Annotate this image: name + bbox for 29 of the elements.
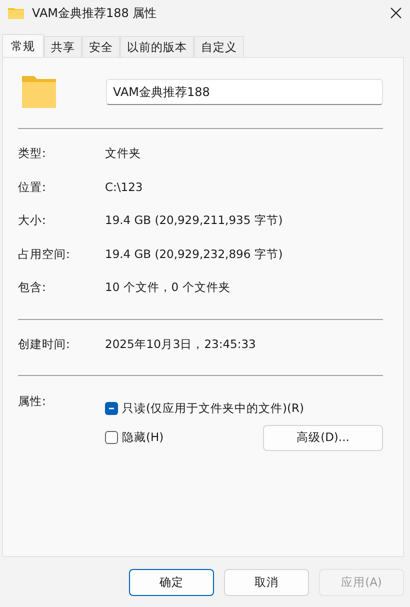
property-label: 大小:	[18, 213, 47, 228]
indeterminate-icon	[105, 402, 118, 415]
tab[interactable]: 常规	[2, 34, 44, 58]
property-value: 2025年10月3日，23:45:33	[105, 336, 256, 352]
property-label: 类型:	[18, 146, 47, 162]
tab[interactable]: 共享	[44, 36, 82, 58]
property-label: 位置:	[18, 180, 47, 195]
tab[interactable]: 自定义	[194, 36, 244, 58]
dialog-button[interactable]: 取消	[224, 569, 309, 596]
property-label: 创建时间:	[18, 336, 71, 352]
property-value: C:\123	[105, 180, 143, 194]
tab[interactable]: 安全	[82, 36, 120, 58]
property-value: 19.4 GB (20,929,211,935 字节)	[105, 213, 283, 228]
property-value: 文件夹	[105, 146, 141, 162]
property-label: 包含:	[18, 280, 47, 296]
window-title: VAM金典推荐188 属性	[32, 4, 158, 22]
property-label: 占用空间:	[18, 246, 71, 262]
folder-icon	[22, 76, 56, 108]
checkbox[interactable]: 只读(仅应用于文件夹中的文件)(R)	[105, 401, 304, 416]
dialog-button[interactable]: 确定	[129, 569, 214, 596]
property-value: 19.4 GB (20,929,232,896 字节)	[105, 246, 283, 262]
folder-icon	[8, 7, 24, 19]
tab[interactable]: 以前的版本	[120, 36, 194, 58]
close-icon[interactable]	[390, 7, 402, 19]
advanced-button[interactable]: 高级(D)...	[263, 424, 383, 450]
checkbox[interactable]: 隐藏(H)	[105, 430, 164, 445]
name-field[interactable]: VAM金典推荐188	[106, 79, 383, 105]
property-label: 属性:	[18, 394, 47, 410]
property-value: 10 个文件，0 个文件夹	[105, 280, 230, 296]
